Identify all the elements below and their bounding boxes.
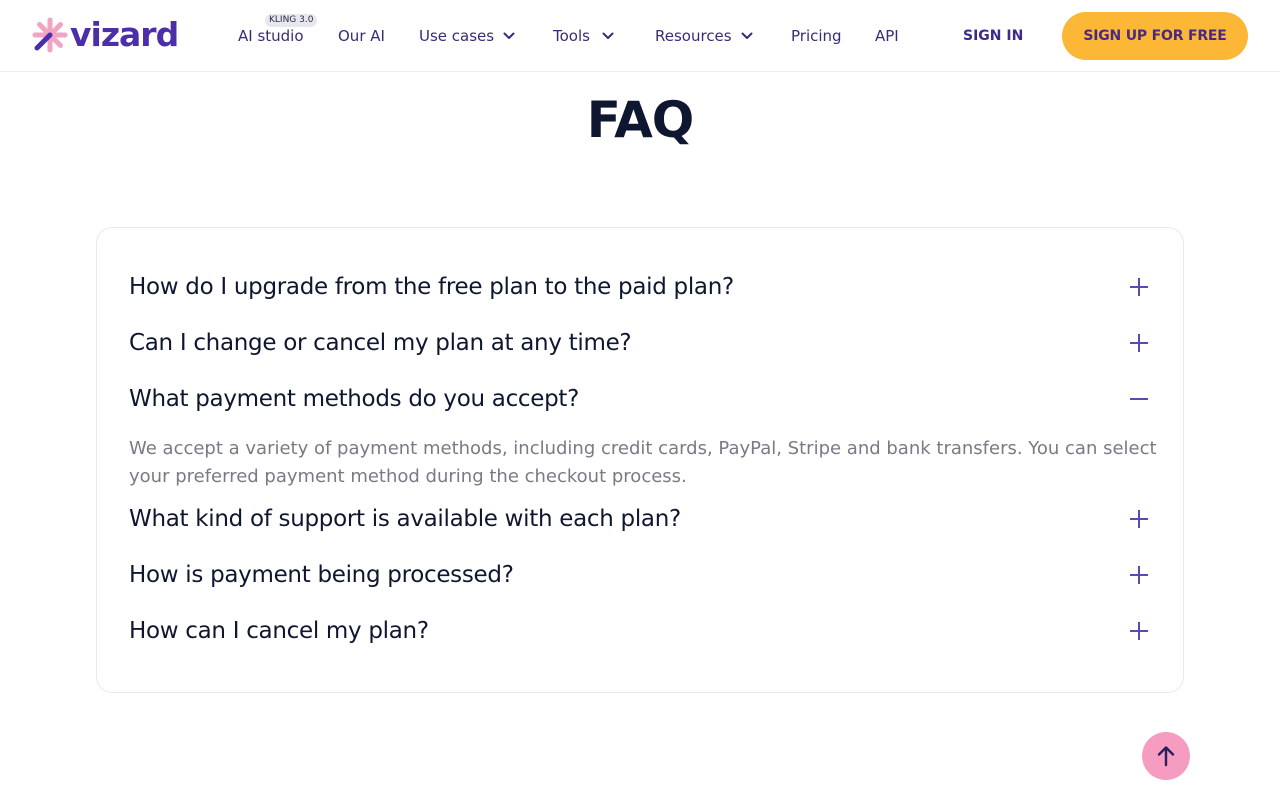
- faq-question: How is payment being processed?: [129, 562, 514, 588]
- arrow-up-icon: [1157, 746, 1175, 767]
- vizard-logo[interactable]: vizard: [32, 15, 179, 54]
- faq-title: FAQ: [586, 91, 695, 149]
- chevron-down-icon: [503, 32, 515, 39]
- chevron-down-icon: [602, 32, 614, 39]
- nav-label: Use cases: [419, 27, 495, 45]
- scroll-to-top-button[interactable]: [1142, 732, 1190, 780]
- faq-item-payment-processing[interactable]: How is payment being processed?: [129, 559, 1169, 591]
- asterisk-logo-icon: [32, 17, 68, 53]
- faq-question: What kind of support is available with e…: [129, 506, 681, 532]
- kling-badge: KLING 3.0: [265, 14, 318, 27]
- nav-label: AI studio: [238, 27, 304, 45]
- nav-label: Tools: [553, 27, 590, 45]
- faq-item-support[interactable]: What kind of support is available with e…: [129, 503, 1169, 535]
- nav-label: API: [875, 27, 899, 45]
- faq-question: What payment methods do you accept?: [129, 386, 580, 412]
- faq-question: Can I change or cancel my plan at any ti…: [129, 330, 632, 356]
- faq-item-change-cancel[interactable]: Can I change or cancel my plan at any ti…: [129, 327, 1169, 359]
- faq-item-cancel-plan[interactable]: How can I cancel my plan?: [129, 615, 1169, 647]
- nav-item-our-ai[interactable]: Our AI: [338, 26, 385, 46]
- nav-item-ai-studio[interactable]: AI studio: [238, 26, 304, 46]
- nav-label: Our AI: [338, 27, 385, 45]
- nav-label: Pricing: [791, 27, 842, 45]
- sign-up-button[interactable]: SIGN UP FOR FREE: [1062, 12, 1248, 60]
- faq-question: How do I upgrade from the free plan to t…: [129, 274, 734, 300]
- nav-item-resources[interactable]: Resources: [655, 26, 753, 46]
- plus-icon[interactable]: [1129, 565, 1149, 585]
- faq-item-upgrade[interactable]: How do I upgrade from the free plan to t…: [129, 271, 1169, 303]
- nav-item-api[interactable]: API: [875, 26, 899, 46]
- plus-icon[interactable]: [1129, 509, 1149, 529]
- plus-icon[interactable]: [1129, 333, 1149, 353]
- nav-label: Resources: [655, 27, 732, 45]
- chevron-down-icon: [741, 32, 753, 39]
- sign-in-link[interactable]: SIGN IN: [963, 26, 1023, 46]
- plus-icon[interactable]: [1129, 277, 1149, 297]
- faq-question: How can I cancel my plan?: [129, 618, 429, 644]
- nav-item-tools[interactable]: Tools: [553, 26, 614, 46]
- faq-item-payment-methods[interactable]: What payment methods do you accept?: [129, 383, 1169, 415]
- top-navbar: vizard AI studio KLING 3.0 Our AI Use ca…: [0, 0, 1280, 72]
- plus-icon[interactable]: [1129, 621, 1149, 641]
- nav-item-use-cases[interactable]: Use cases: [419, 26, 515, 46]
- faq-answer: We accept a variety of payment methods, …: [129, 438, 1157, 487]
- nav-item-pricing[interactable]: Pricing: [791, 26, 842, 46]
- minus-icon[interactable]: [1129, 389, 1149, 409]
- brand-name: vizard: [70, 15, 179, 54]
